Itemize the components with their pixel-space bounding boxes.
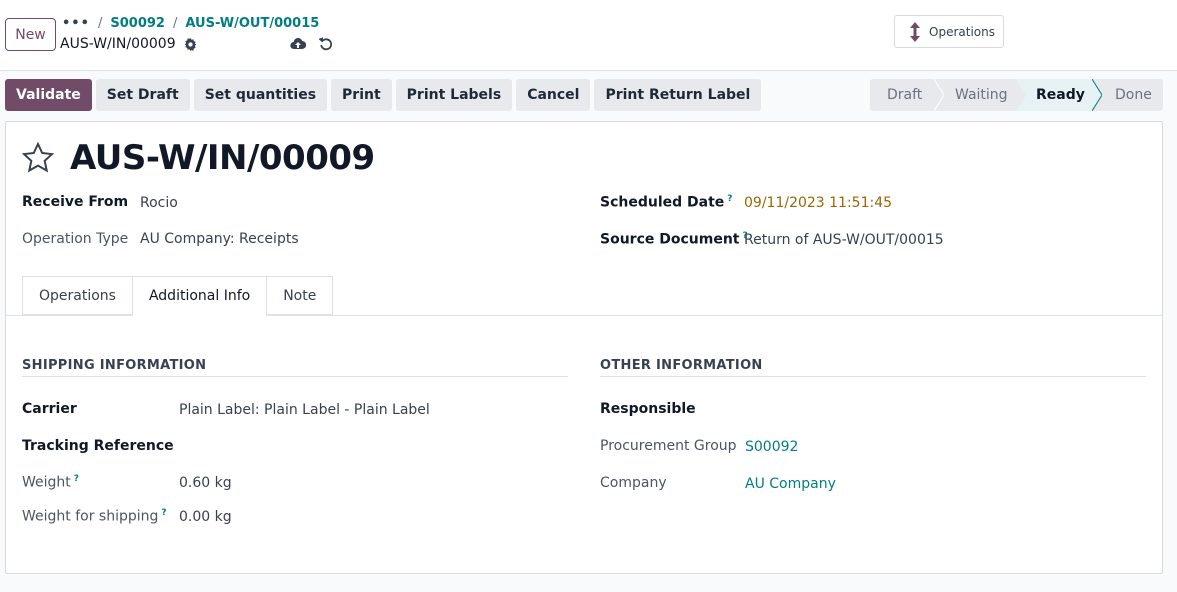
control-panel: New ••• / S00092 / AUS-W/OUT/00015 AUS-W… [0, 0, 1177, 71]
carrier-field[interactable]: Plain Label: Plain Label - Plain Label [179, 402, 430, 418]
receive-from-label: Receive From [22, 194, 129, 210]
breadcrumb-more-button[interactable]: ••• [62, 16, 89, 31]
tracking-reference-label: Tracking Reference [22, 438, 174, 454]
cancel-button[interactable]: Cancel [516, 79, 591, 111]
save-cloud-icon[interactable] [290, 37, 306, 51]
weight-field: 0.60 kg [179, 475, 232, 491]
responsible-label: Responsible [600, 401, 696, 417]
status-ready[interactable]: Ready [1016, 79, 1102, 111]
tab-additional-info[interactable]: Additional Info [131, 276, 267, 316]
company-link[interactable]: AU Company [745, 476, 836, 492]
status-label: Waiting [955, 87, 1008, 103]
status-done[interactable]: Done [1092, 79, 1163, 111]
status-separator [1092, 79, 1102, 111]
help-icon[interactable]: ? [161, 508, 166, 518]
status-bar: Draft Waiting Ready Done [870, 79, 1163, 111]
help-icon[interactable]: ? [727, 194, 732, 204]
status-draft[interactable]: Draft [870, 79, 944, 111]
operation-type-field: AU Company: Receipts [140, 231, 299, 247]
arrows-vertical-icon [910, 21, 920, 42]
other-information-heading: OTHER INFORMATION [600, 358, 763, 373]
print-labels-button[interactable]: Print Labels [395, 79, 513, 111]
notebook-tabs: Operations Additional Info Note [22, 276, 334, 316]
breadcrumb-separator: / [98, 15, 103, 31]
operation-type-label: Operation Type [22, 231, 129, 247]
carrier-label: Carrier [22, 401, 77, 417]
company-label: Company [600, 475, 667, 491]
help-icon[interactable]: ? [74, 474, 79, 484]
discard-icon[interactable] [319, 36, 333, 51]
weight-label: Weight? [22, 474, 80, 491]
shipping-information-heading: SHIPPING INFORMATION [22, 358, 207, 373]
record-name: AUS-W/IN/00009 [60, 36, 176, 52]
source-document-label: Source Document? [600, 231, 748, 248]
print-button[interactable]: Print [331, 79, 392, 111]
current-record: AUS-W/IN/00009 [60, 36, 197, 52]
breadcrumb-separator: / [172, 15, 178, 31]
breadcrumb: ••• / S00092 / AUS-W/OUT/00015 [62, 14, 319, 32]
procurement-group-label: Procurement Group [600, 438, 737, 454]
form-sheet: AUS-W/IN/00009 Receive From Rocio Operat… [5, 121, 1163, 574]
source-document-field[interactable]: Return of AUS-W/OUT/00015 [744, 232, 944, 248]
record-title: AUS-W/IN/00009 [70, 138, 375, 178]
section-divider [22, 376, 568, 377]
status-separator [934, 79, 944, 111]
status-separator [1016, 79, 1026, 111]
operations-smart-button[interactable]: Operations [894, 15, 1004, 48]
star-icon[interactable] [22, 142, 54, 173]
print-return-label-button[interactable]: Print Return Label [594, 79, 762, 111]
breadcrumb-delivery-link[interactable]: AUS-W/OUT/00015 [185, 16, 319, 31]
set-draft-button[interactable]: Set Draft [95, 79, 190, 111]
validate-button[interactable]: Validate [5, 79, 92, 111]
weight-for-shipping-field: 0.00 kg [179, 509, 232, 525]
procurement-group-link[interactable]: S00092 [745, 439, 798, 455]
scheduled-date-label: Scheduled Date? [600, 194, 733, 211]
section-divider [600, 376, 1146, 377]
gear-icon[interactable] [184, 37, 197, 51]
receive-from-field[interactable]: Rocio [140, 195, 178, 211]
tab-note[interactable]: Note [266, 276, 334, 315]
set-quantities-button[interactable]: Set quantities [193, 79, 328, 111]
weight-for-shipping-label: Weight for shipping? [22, 508, 167, 525]
action-bar: Validate Set Draft Set quantities Print … [5, 79, 762, 111]
tab-operations[interactable]: Operations [22, 276, 132, 315]
scheduled-date-field[interactable]: 09/11/2023 11:51:45 [744, 195, 892, 211]
operations-button-label: Operations [929, 24, 995, 39]
new-button[interactable]: New [5, 18, 56, 51]
status-label: Draft [887, 87, 923, 103]
status-waiting[interactable]: Waiting [934, 79, 1026, 111]
status-label: Done [1115, 87, 1152, 103]
breadcrumb-sale-order-link[interactable]: S00092 [110, 16, 165, 31]
status-label: Ready [1036, 87, 1085, 103]
